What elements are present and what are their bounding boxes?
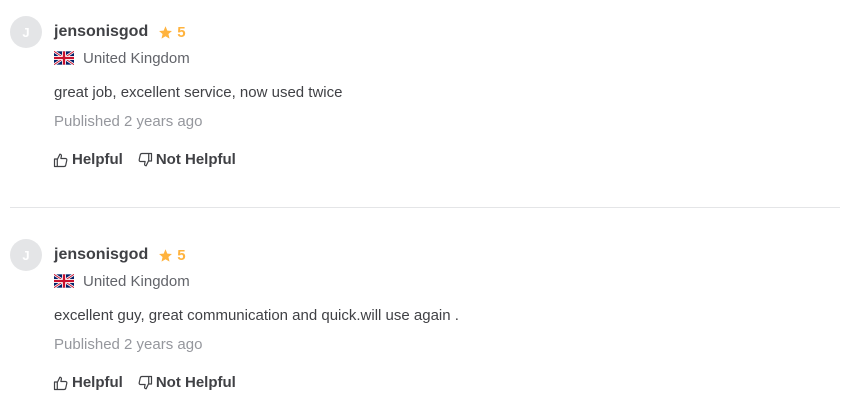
review-divider	[10, 207, 840, 208]
published-date: Published 2 years ago	[54, 336, 203, 353]
published-date: Published 2 years ago	[54, 113, 203, 130]
uk-flag-icon	[54, 51, 74, 65]
uk-flag-icon	[54, 274, 74, 288]
helpful-label: Helpful	[72, 151, 123, 168]
reviewer-country: United Kingdom	[54, 271, 190, 291]
reviewer-header: jensonisgod 5	[54, 244, 186, 266]
rating-badge: 5	[158, 23, 186, 41]
helpful-label: Helpful	[72, 374, 123, 391]
thumbs-up-icon	[53, 376, 68, 390]
country-name: United Kingdom	[83, 49, 190, 67]
reviews-list: J jensonisgod 5 United Kingdom great job…	[0, 0, 845, 419]
not-helpful-label: Not Helpful	[155, 151, 236, 168]
reviewer-username[interactable]: jensonisgod	[54, 246, 148, 264]
avatar[interactable]: J	[10, 239, 42, 271]
not-helpful-button[interactable]: Not Helpful	[137, 151, 236, 168]
reviewer-header: jensonisgod 5	[54, 21, 186, 43]
rating-value: 5	[177, 246, 186, 264]
helpful-button[interactable]: Helpful	[53, 374, 123, 391]
reviewer-username[interactable]: jensonisgod	[54, 23, 148, 41]
thumbs-down-icon	[138, 375, 152, 389]
review-text: excellent guy, great communication and q…	[54, 307, 459, 324]
helpful-button[interactable]: Helpful	[53, 151, 123, 168]
thumbs-up-icon	[53, 153, 68, 167]
star-icon	[159, 25, 173, 39]
avatar[interactable]: J	[10, 16, 42, 48]
not-helpful-label: Not Helpful	[155, 374, 236, 391]
review-actions: Helpful Not Helpful	[53, 374, 236, 391]
review-text: great job, excellent service, now used t…	[54, 84, 343, 101]
reviewer-country: United Kingdom	[54, 48, 190, 68]
rating-value: 5	[177, 23, 186, 41]
review-item: J jensonisgod 5 United Kingdom great job…	[0, 0, 845, 200]
review-item: J jensonisgod 5 United Kingdom excellent…	[0, 223, 845, 419]
star-icon	[159, 248, 173, 262]
country-name: United Kingdom	[83, 272, 190, 290]
review-actions: Helpful Not Helpful	[53, 151, 236, 168]
thumbs-down-icon	[138, 152, 152, 166]
rating-badge: 5	[158, 246, 186, 264]
not-helpful-button[interactable]: Not Helpful	[137, 374, 236, 391]
